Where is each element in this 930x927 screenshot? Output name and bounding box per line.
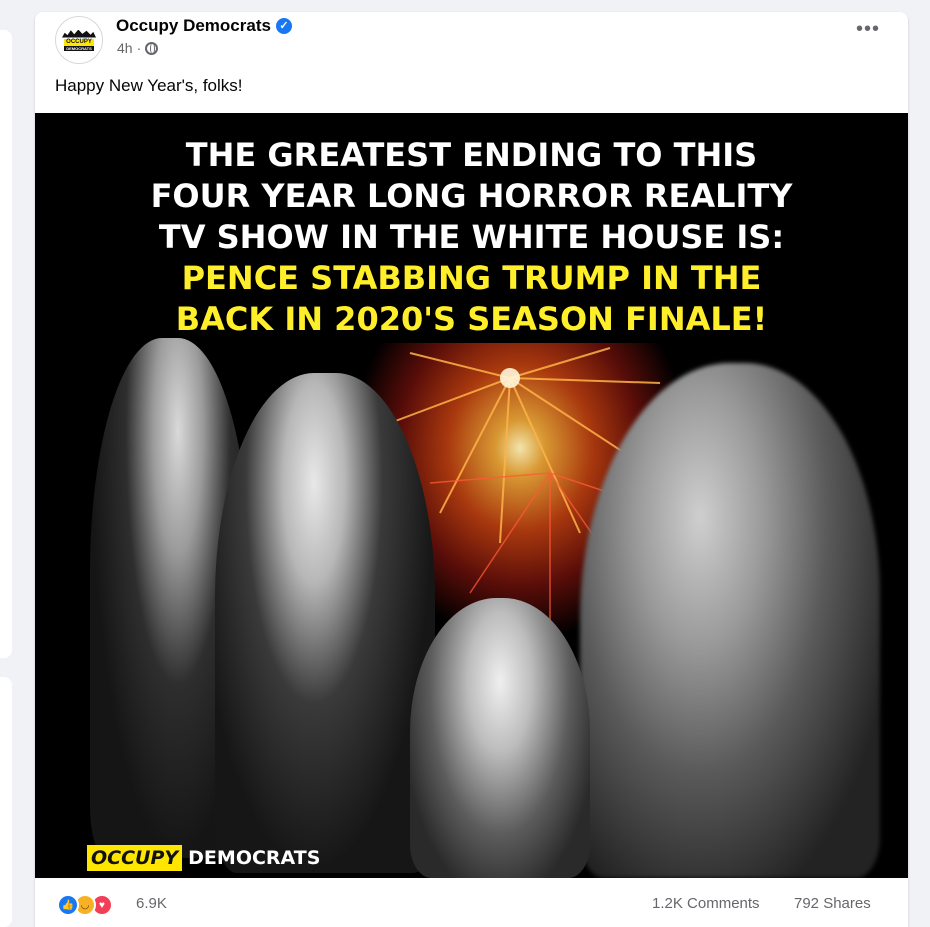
post-timestamp[interactable]: 4h bbox=[117, 40, 133, 56]
page-avatar[interactable]: OCCUPY DEMOCRATS bbox=[55, 16, 103, 64]
headline-line-highlight: PENCE STABBING TRUMP IN THE bbox=[181, 259, 762, 297]
verified-badge-icon: ✓ bbox=[275, 18, 292, 34]
image-watermark: OCCUPY DEMOCRATS bbox=[87, 845, 320, 871]
headline-line: THE GREATEST ENDING TO THIS bbox=[185, 136, 758, 174]
photo-person-right bbox=[580, 363, 880, 878]
page-name-link[interactable]: Occupy Democrats ✓ bbox=[116, 16, 292, 36]
watermark-democrats: DEMOCRATS bbox=[188, 847, 321, 869]
headline-line: TV SHOW IN THE WHITE HOUSE IS: bbox=[158, 218, 785, 256]
post-meta: 4h · bbox=[117, 40, 159, 56]
headline-line: FOUR YEAR LONG HORROR REALITY bbox=[150, 177, 793, 215]
headline-line-highlight: BACK IN 2020'S SEASON FINALE! bbox=[175, 300, 768, 338]
shares-count[interactable]: 792 Shares bbox=[794, 895, 871, 912]
page-name[interactable]: Occupy Democrats bbox=[116, 16, 271, 36]
more-dots-icon: ••• bbox=[855, 18, 880, 40]
watermark-occupy: OCCUPY bbox=[87, 845, 183, 871]
image-headline: THE GREATEST ENDING TO THIS FOUR YEAR LO… bbox=[35, 135, 908, 340]
meta-separator: · bbox=[136, 40, 142, 56]
photo-person-center-left bbox=[215, 373, 435, 873]
post-caption: Happy New Year's, folks! bbox=[55, 76, 243, 95]
skyline-icon bbox=[62, 29, 96, 38]
occupy-democrats-logo: OCCUPY DEMOCRATS bbox=[59, 20, 99, 60]
reaction-icons[interactable]: 👍 ◡ ♥ bbox=[57, 894, 113, 916]
like-icon: 👍 bbox=[57, 894, 79, 916]
photo-person-center bbox=[410, 598, 590, 878]
post-image[interactable]: THE GREATEST ENDING TO THIS FOUR YEAR LO… bbox=[35, 113, 908, 878]
reaction-count[interactable]: 6.9K bbox=[136, 895, 167, 912]
avatar-logo-text: OCCUPY bbox=[64, 38, 94, 46]
left-column-card bbox=[0, 677, 12, 927]
left-column-card bbox=[0, 30, 12, 658]
globe-icon[interactable] bbox=[145, 41, 159, 55]
more-options-button[interactable]: ••• bbox=[856, 19, 880, 39]
feed-post: OCCUPY DEMOCRATS Occupy Democrats ✓ 4h ·… bbox=[35, 12, 908, 927]
engagement-bar: 👍 ◡ ♥ 6.9K 1.2K Comments 792 Shares bbox=[35, 878, 908, 927]
avatar-logo-subtext: DEMOCRATS bbox=[64, 45, 94, 51]
comments-count[interactable]: 1.2K Comments bbox=[652, 895, 760, 912]
